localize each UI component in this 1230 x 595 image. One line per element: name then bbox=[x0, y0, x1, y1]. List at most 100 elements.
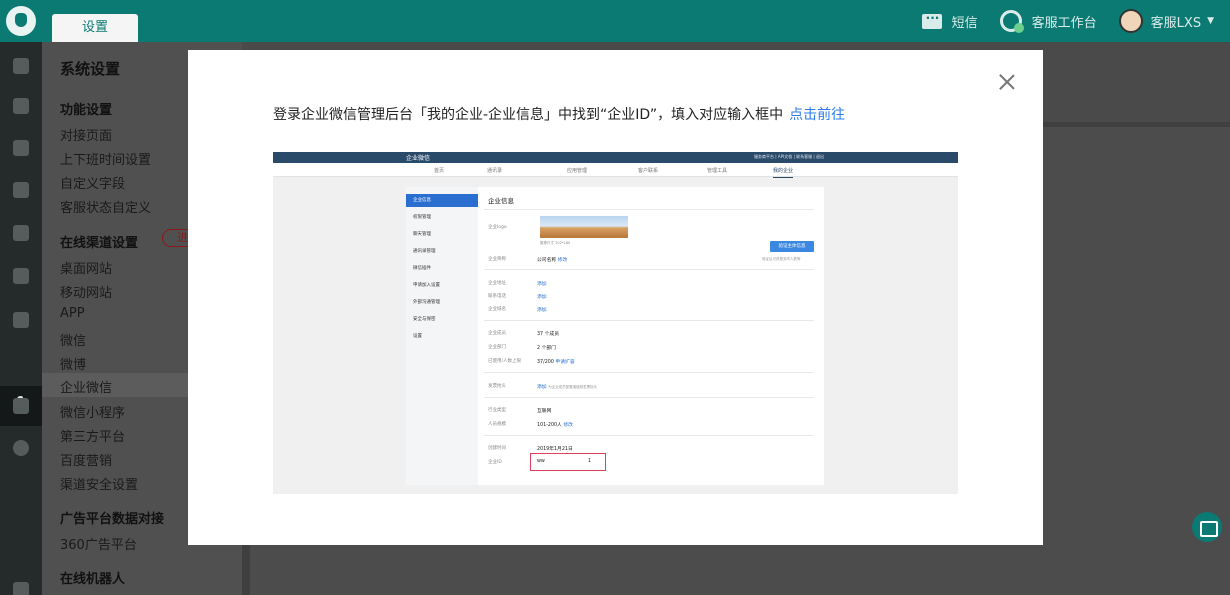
shot-nav-item: 通讯录 bbox=[487, 168, 503, 174]
avatar bbox=[1118, 9, 1143, 33]
sidebar-item-third-party[interactable]: 第三方平台 bbox=[60, 426, 125, 445]
shot-row-link: 修改 bbox=[557, 258, 568, 263]
shot-row-value: 2 个部门 bbox=[537, 346, 556, 351]
sidebar-heading-robot: 在线机器人 bbox=[60, 572, 126, 587]
user-menu[interactable]: 客服LXS ▼ bbox=[1118, 9, 1214, 33]
shot-nav-item: 管理工具 bbox=[707, 168, 728, 174]
shot-row-value: 37 个成员 bbox=[537, 332, 560, 337]
shot-row-value: 2019年1月21日 bbox=[537, 447, 573, 452]
sidebar-item-agent-status[interactable]: 客服状态自定义 bbox=[60, 197, 151, 216]
shot-row-link: 添加 bbox=[537, 295, 547, 300]
search-icon[interactable] bbox=[13, 312, 29, 328]
shot-row-value-text: 37/200 bbox=[537, 360, 554, 365]
sms-button[interactable]: 短信 bbox=[921, 11, 978, 31]
icon-nav bbox=[0, 42, 42, 595]
shot-row-link: 修改 bbox=[563, 423, 573, 428]
shot-top-links: 服务商平台 | API文档 | 联系客服 | 退出 bbox=[754, 154, 824, 159]
shot-panel: 企业信息 权限管理 聊天管理 通讯录管理 微信插件 申请加入设置 外部沟通管理 … bbox=[406, 187, 824, 485]
shot-row-label: 企业成员 bbox=[488, 331, 506, 336]
top-right-tools: 短信 客服工作台 客服LXS ▼ bbox=[921, 0, 1230, 42]
user-icon[interactable] bbox=[13, 225, 29, 241]
shot-side-item: 安全与保密 bbox=[413, 317, 436, 322]
grid-icon[interactable] bbox=[13, 98, 29, 114]
shot-row-label: 行业类型 bbox=[488, 408, 506, 413]
chat-icon[interactable] bbox=[13, 182, 29, 198]
shot-row-label: 创建时间 bbox=[488, 446, 506, 451]
shot-row-label: 联系电话 bbox=[488, 294, 506, 299]
shot-side-item: 申请加入设置 bbox=[413, 283, 440, 288]
sidebar-item-app[interactable]: APP bbox=[60, 306, 85, 321]
sidebar-item-mobile-site[interactable]: 移动网站 bbox=[60, 282, 112, 301]
divider bbox=[484, 320, 814, 321]
shot-verify-hint: 验证后可获更多同人数等 bbox=[762, 257, 801, 261]
sidebar-item-channel-security[interactable]: 渠道安全设置 bbox=[60, 474, 138, 493]
workspace-button[interactable]: 客服工作台 bbox=[999, 10, 1097, 33]
shot-nav-item: 应用管理 bbox=[567, 168, 588, 174]
shot-row-link: 添加 bbox=[537, 308, 547, 313]
app-logo-icon[interactable] bbox=[6, 6, 36, 36]
monitor-icon[interactable] bbox=[13, 398, 29, 414]
divider bbox=[484, 397, 814, 398]
user-label: 客服LXS bbox=[1150, 15, 1202, 31]
shot-topbar: 企业微信 服务商平台 | API文档 | 联系客服 | 退出 bbox=[273, 152, 958, 163]
sidebar-item-baidu[interactable]: 百度营销 bbox=[60, 450, 112, 469]
shot-title: 企业信息 bbox=[488, 197, 514, 205]
shot-row-label: 发票抬头 bbox=[488, 384, 506, 389]
shot-row-label: 企业地址 bbox=[488, 281, 506, 286]
home-icon[interactable] bbox=[13, 58, 29, 74]
shot-side-item: 聊天管理 bbox=[413, 232, 431, 237]
sidebar-item-custom-fields[interactable]: 自定义字段 bbox=[60, 173, 125, 192]
shot-side-item: 通讯录管理 bbox=[413, 249, 436, 254]
bell-icon[interactable] bbox=[13, 582, 29, 595]
shot-row-value-text: 公司名称 bbox=[537, 258, 557, 263]
sidebar-item-wechat-mini[interactable]: 微信小程序 bbox=[60, 402, 125, 421]
help-button[interactable] bbox=[1192, 512, 1222, 542]
chevron-down-icon: ▼ bbox=[1207, 16, 1214, 26]
divider bbox=[484, 372, 814, 373]
sidebar-item-label: 企业微信 bbox=[60, 381, 113, 396]
sidebar-heading-functions: 功能设置 bbox=[60, 103, 113, 118]
sidebar-title: 系统设置 bbox=[60, 60, 121, 78]
divider bbox=[484, 435, 814, 436]
top-bar: 设置 短信 客服工作台 客服LXS ▼ bbox=[0, 0, 1230, 42]
sidebar-item-work-hours[interactable]: 上下班时间设置 bbox=[60, 149, 151, 168]
go-link[interactable]: 点击前往 bbox=[789, 107, 845, 123]
shot-side-item: 微信插件 bbox=[413, 266, 431, 271]
shot-row-value: 37/200 申请扩容 bbox=[537, 358, 575, 365]
shot-row-label: 人员规模 bbox=[488, 422, 506, 427]
shot-nav-item: 客户联系 bbox=[638, 168, 659, 174]
document-icon[interactable] bbox=[13, 140, 29, 156]
shot-nav-item-current: 我的企业 bbox=[773, 167, 794, 178]
close-icon[interactable] bbox=[997, 72, 1017, 92]
shot-logo-image bbox=[540, 216, 628, 238]
divider bbox=[484, 209, 814, 210]
shot-row-label: 已使用/人数上限 bbox=[488, 359, 522, 364]
shot-side-item: 企业信息 bbox=[406, 194, 478, 207]
shot-row-value-text: 101-200人 bbox=[537, 423, 562, 428]
shot-verify-button: 验证主体信息 bbox=[770, 241, 814, 252]
guide-modal: 登录企业微信管理后台「我的企业-企业信息」中找到“企业ID”，填入对应输入框中点… bbox=[188, 50, 1043, 545]
circle-icon[interactable] bbox=[13, 440, 29, 456]
divider bbox=[484, 269, 814, 270]
shot-sidebar: 企业信息 权限管理 聊天管理 通讯录管理 微信插件 申请加入设置 外部沟通管理 … bbox=[406, 187, 478, 485]
modal-instruction: 登录企业微信管理后台「我的企业-企业信息」中找到“企业ID”，填入对应输入框中点… bbox=[273, 104, 845, 124]
workspace-icon bbox=[999, 10, 1024, 33]
shot-row-link: 添加 bbox=[537, 282, 547, 287]
sidebar-item-desktop-site[interactable]: 桌面网站 bbox=[60, 258, 112, 277]
sms-label: 短信 bbox=[951, 15, 978, 31]
workspace-label: 客服工作台 bbox=[1031, 15, 1097, 31]
sidebar-item-wechat[interactable]: 微信 bbox=[60, 330, 86, 349]
sidebar-heading-channels: 在线渠道设置 bbox=[60, 236, 139, 251]
shot-logo-hint: 推荐尺寸 702*180 bbox=[540, 241, 571, 245]
bar-chart-icon[interactable] bbox=[13, 268, 29, 284]
message-icon bbox=[921, 11, 942, 29]
shot-row-value: 公司名称 修改 bbox=[537, 256, 567, 263]
tab-settings[interactable]: 设置 bbox=[52, 14, 138, 42]
shot-main: 企业信息 企业logo 推荐尺寸 702*180 验证主体信息 验证后可获更多同… bbox=[478, 187, 824, 485]
sidebar-item-weibo[interactable]: 微博 bbox=[60, 354, 86, 373]
sidebar-item-360-ads[interactable]: 360广告平台 bbox=[60, 534, 137, 553]
shot-row-value: 添加 为企业成员配置增值税发票抬头 bbox=[537, 383, 597, 390]
shot-row-label: 企业部门 bbox=[488, 345, 506, 350]
sidebar-item-page-connect[interactable]: 对接页面 bbox=[60, 125, 112, 144]
shot-side-item: 设置 bbox=[413, 334, 422, 339]
